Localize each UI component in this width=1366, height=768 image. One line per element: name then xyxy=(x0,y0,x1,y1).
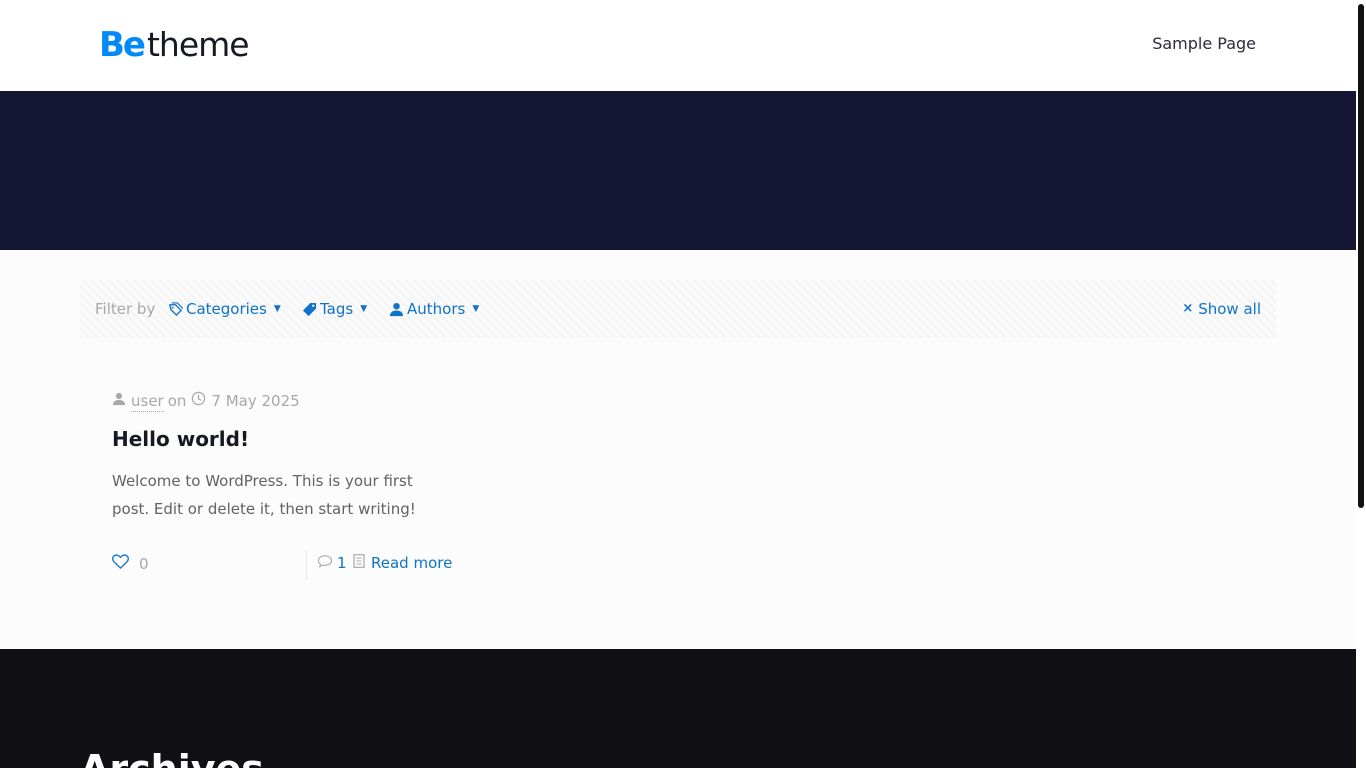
comment-icon xyxy=(317,554,333,572)
like-button[interactable]: 0 xyxy=(112,554,149,573)
logo-be: Be xyxy=(99,25,146,65)
page-hero-banner xyxy=(0,91,1356,250)
post-meta: user on 7 May 2025 xyxy=(112,390,457,412)
filter-by-label: Filter by xyxy=(95,300,156,318)
caret-down-icon: ▼ xyxy=(273,304,281,314)
site-logo[interactable]: Be theme xyxy=(99,25,250,65)
comments-link[interactable]: 1 xyxy=(317,554,347,572)
filter-authors-label: Authors xyxy=(407,300,466,318)
post-footer-divider xyxy=(306,550,307,580)
caret-down-icon: ▼ xyxy=(360,304,368,314)
filter-categories[interactable]: Categories ▼ xyxy=(168,299,281,319)
post-card: user on 7 May 2025 Hello world! Welcome … xyxy=(112,390,457,580)
comment-count: 1 xyxy=(337,554,347,572)
filter-categories-label: Categories xyxy=(186,300,267,318)
post-footer: 0 1 Read more xyxy=(112,550,457,580)
filter-authors[interactable]: Authors ▼ xyxy=(389,299,479,319)
tag-icon xyxy=(302,302,317,317)
author-icon xyxy=(112,391,126,411)
like-count: 0 xyxy=(139,554,149,573)
post-title[interactable]: Hello world! xyxy=(112,426,457,452)
clock-icon xyxy=(191,391,206,411)
show-all-label: Show all xyxy=(1198,300,1261,318)
filter-tags-label: Tags xyxy=(320,300,354,318)
caret-down-icon: ▼ xyxy=(472,304,480,314)
post-excerpt: Welcome to WordPress. This is your first… xyxy=(112,472,416,518)
filter-bar: Filter by Categories ▼ Tags ▼ Authors ▼ … xyxy=(80,280,1276,338)
heart-icon xyxy=(112,554,129,573)
post-date: 7 May 2025 xyxy=(211,392,300,410)
close-icon: × xyxy=(1182,301,1194,316)
site-footer: Archives xyxy=(0,649,1356,768)
post-meta-on: on xyxy=(167,392,187,410)
read-more-label: Read more xyxy=(371,554,453,572)
document-icon xyxy=(353,554,365,572)
show-all-button[interactable]: × Show all xyxy=(1182,299,1261,319)
filter-tags[interactable]: Tags ▼ xyxy=(302,299,367,319)
categories-icon xyxy=(168,301,183,317)
logo-theme: theme xyxy=(146,25,250,64)
main-content: Filter by Categories ▼ Tags ▼ Authors ▼ … xyxy=(0,250,1356,649)
footer-archives-heading: Archives xyxy=(80,747,264,768)
read-more-link[interactable]: Read more xyxy=(353,554,452,572)
nav-item-sample-page[interactable]: Sample Page xyxy=(1152,34,1256,54)
user-icon xyxy=(389,302,404,317)
site-header: Be theme Sample Page xyxy=(0,0,1356,91)
page-scrollbar[interactable] xyxy=(1356,0,1366,768)
post-author-link[interactable]: user xyxy=(131,391,164,412)
scrollbar-thumb[interactable] xyxy=(1358,4,1364,508)
